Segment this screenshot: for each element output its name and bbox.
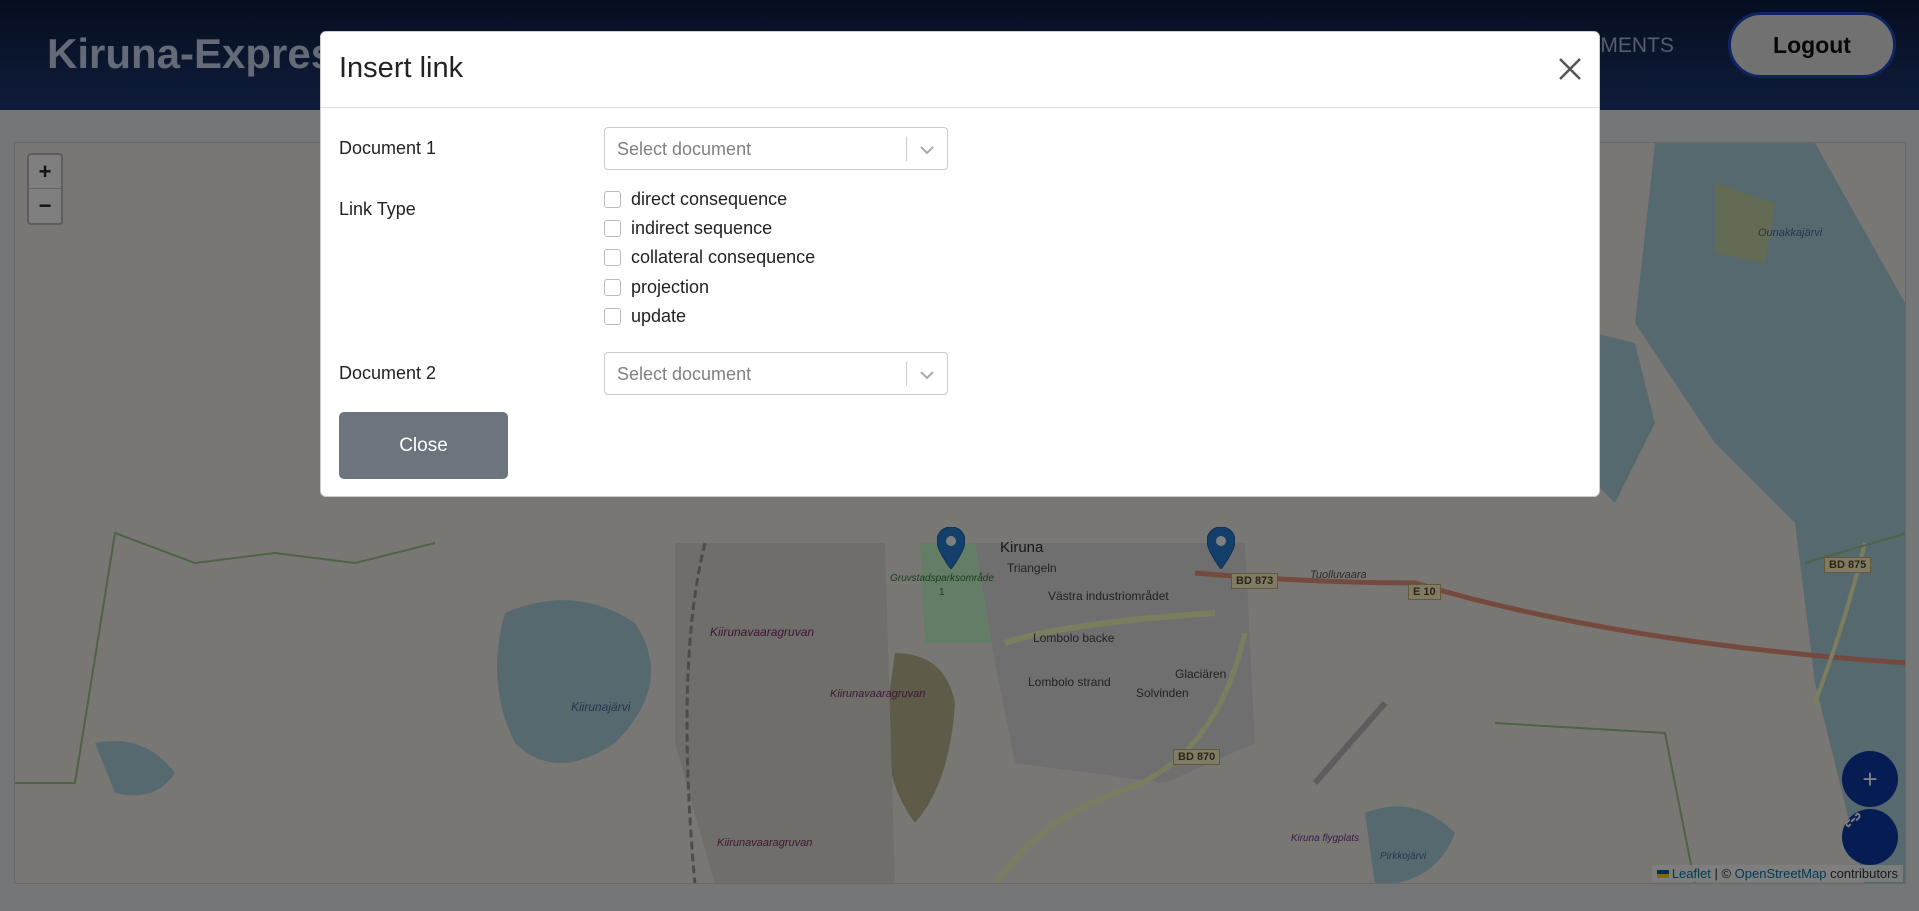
- checkbox[interactable]: [604, 279, 621, 296]
- document1-placeholder: Select document: [617, 139, 752, 159]
- link-type-option-label: indirect sequence: [631, 218, 773, 238]
- link-type-label: Link Type: [339, 199, 416, 219]
- select-separator: [906, 137, 907, 161]
- modal-title: Insert link: [339, 52, 464, 84]
- close-icon[interactable]: [1553, 52, 1587, 86]
- modal-header: Insert link: [321, 32, 1599, 108]
- checkbox[interactable]: [604, 249, 621, 266]
- document2-select[interactable]: Select document: [604, 352, 948, 395]
- link-type-option[interactable]: direct consequence: [604, 189, 787, 210]
- select-separator: [906, 362, 907, 386]
- link-type-option[interactable]: collateral consequence: [604, 247, 815, 268]
- document2-label: Document 2: [339, 363, 437, 383]
- document2-placeholder: Select document: [617, 364, 752, 384]
- page: Kiruna-Express CUMENTS Logout: [0, 0, 1919, 911]
- insert-link-modal: Insert link Document 1 Select document L…: [320, 31, 1600, 497]
- document1-label: Document 1: [339, 138, 437, 158]
- link-type-option-label: collateral consequence: [631, 247, 816, 267]
- link-type-option-label: direct consequence: [631, 189, 788, 209]
- link-type-option[interactable]: update: [604, 306, 686, 327]
- checkbox[interactable]: [604, 220, 621, 237]
- link-type-option[interactable]: projection: [604, 277, 709, 298]
- chevron-down-icon: [920, 371, 934, 380]
- chevron-down-icon: [920, 146, 934, 155]
- checkbox[interactable]: [604, 308, 621, 325]
- link-type-option[interactable]: indirect sequence: [604, 218, 772, 239]
- document1-select[interactable]: Select document: [604, 127, 948, 170]
- close-button[interactable]: Close: [339, 412, 508, 479]
- link-type-option-label: update: [631, 306, 687, 326]
- checkbox[interactable]: [604, 191, 621, 208]
- link-type-option-label: projection: [631, 277, 710, 297]
